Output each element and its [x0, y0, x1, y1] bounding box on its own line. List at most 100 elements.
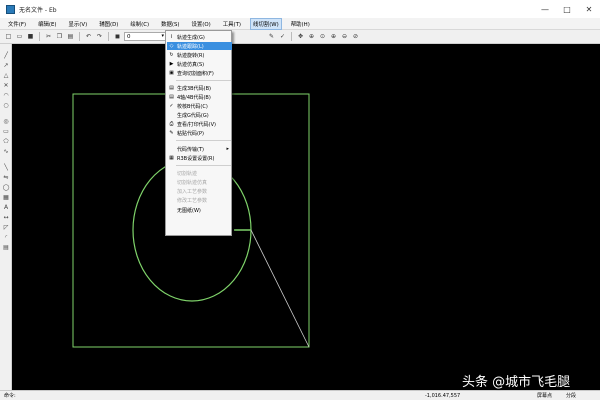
menu-item-track-simulate[interactable]: ▶ 轨迹仿真(S)	[167, 60, 232, 68]
status-segment[interactable]: 分段	[566, 392, 576, 399]
layer-select[interactable]: 0 ▾	[124, 32, 166, 41]
menu-item-gen-3b[interactable]: ▤ 生成3B代码(B)	[167, 84, 232, 92]
area-icon: ▣	[169, 70, 174, 76]
new-file-icon[interactable]: □	[4, 32, 13, 41]
drawing-geometry	[72, 93, 310, 348]
status-snap-mode[interactable]: 屏幕点	[537, 392, 552, 399]
minimize-button[interactable]: —	[534, 0, 556, 18]
code-icon: ▤	[169, 85, 174, 91]
menu-edit[interactable]: 编辑(E)	[36, 19, 58, 29]
menu-item-query-area[interactable]: ▣ 查询切割面积(F)	[167, 69, 232, 77]
mirror-tool-icon[interactable]: ⇋	[2, 174, 10, 181]
check-icon[interactable]: ✓	[278, 32, 287, 41]
hatch-tool-icon[interactable]: ▤	[2, 244, 10, 251]
menu-view[interactable]: 显示(V)	[67, 19, 90, 29]
code-icon	[168, 112, 175, 118]
menu-bar: 文件(F) 编辑(E) 显示(V) 辅图(D) 绘制(C) 数据(S) 设置(O…	[0, 17, 600, 30]
trim-tool-icon[interactable]: ╲	[2, 164, 10, 171]
menu-separator	[176, 80, 231, 81]
maximize-button[interactable]: □	[556, 0, 578, 18]
zoom-in-icon[interactable]: ⊕	[329, 32, 338, 41]
track-icon: ⌇	[170, 34, 173, 40]
redo-icon[interactable]: ↷	[95, 32, 104, 41]
rotate-icon: ↻	[169, 52, 174, 58]
menu-item-code-transfer[interactable]: 代码传输(T) ▸	[167, 145, 232, 153]
menu-item-view-print[interactable]: ⎙ 查看/打印代码(V)	[167, 120, 232, 128]
circle-tool-icon[interactable]: ○	[2, 102, 10, 109]
settings-icon: ▦	[169, 155, 174, 161]
copy-icon[interactable]: ❐	[55, 32, 64, 41]
toolbar-separator	[39, 32, 40, 41]
line-tool-icon[interactable]: ╱	[2, 52, 10, 59]
menu-help[interactable]: 帮助(H)	[289, 19, 312, 29]
status-coordinates: -1,016.47,557	[425, 392, 461, 399]
spline-tool-icon[interactable]: ∿	[2, 148, 10, 155]
blank-icon	[168, 146, 175, 152]
menu-item-gen-g[interactable]: 生成G代码(G)	[167, 111, 232, 119]
toolbar-separator	[79, 32, 80, 41]
zoom-previous-icon[interactable]: ⊘	[351, 32, 360, 41]
arc-tool-icon[interactable]: ◠	[2, 92, 10, 99]
open-file-icon[interactable]: ▭	[15, 32, 24, 41]
text-tool-icon[interactable]: A	[2, 204, 10, 211]
app-icon	[6, 4, 15, 14]
cross-tool-icon[interactable]: ✕	[2, 82, 10, 89]
zoom-all-icon[interactable]: ⊕	[307, 32, 316, 41]
zoom-window-icon[interactable]: ⊙	[318, 32, 327, 41]
follow-icon: ◇	[169, 43, 174, 49]
dimension-tool-icon[interactable]: ↔	[2, 214, 10, 221]
status-command: 命令:	[4, 393, 16, 399]
blank-icon	[168, 188, 175, 194]
menu-item-add-params: 加入工艺参数	[167, 187, 232, 195]
layer-icon[interactable]: ◼	[113, 32, 122, 41]
toolbar-separator	[108, 32, 109, 41]
undo-icon[interactable]: ↶	[84, 32, 93, 41]
triangle-tool-icon[interactable]: △	[2, 72, 10, 79]
chevron-down-icon: ▾	[161, 33, 164, 39]
close-button[interactable]: ✕	[578, 0, 600, 18]
menu-item-no-drawing[interactable]: 无图纸(W)	[167, 206, 232, 214]
menu-data[interactable]: 数据(S)	[159, 19, 181, 29]
drawing-canvas[interactable]	[12, 44, 600, 390]
menu-separator	[176, 140, 231, 141]
blank-icon	[168, 170, 175, 176]
polyline-tool-icon[interactable]: ↗	[2, 62, 10, 69]
menu-item-track-rotate[interactable]: ↻ 轨迹旋转(R)	[167, 51, 232, 59]
rect-tool-icon[interactable]: ▭	[2, 128, 10, 135]
zoom-out-icon[interactable]: ⊖	[340, 32, 349, 41]
menu-draw[interactable]: 绘制(C)	[128, 19, 151, 29]
paste-icon[interactable]: ▤	[66, 32, 75, 41]
menu-item-paste-code[interactable]: ✎ 粘贴代码(P)	[167, 129, 232, 137]
menu-item-track-follow[interactable]: ◇ 轨迹跟踪(L)	[167, 42, 232, 50]
check-icon: ✓	[169, 103, 174, 109]
pan-icon[interactable]: ✥	[296, 32, 305, 41]
menu-draw-aid[interactable]: 辅图(D)	[97, 19, 120, 29]
menu-settings[interactable]: 设置(O)	[190, 19, 213, 29]
menu-file[interactable]: 文件(F)	[6, 19, 28, 29]
simulate-icon: ▶	[169, 61, 174, 67]
blank-icon	[168, 207, 175, 213]
array-tool-icon[interactable]: ▦	[2, 194, 10, 201]
save-icon[interactable]: ■	[26, 32, 35, 41]
ellipse-tool-icon[interactable]: ◎	[2, 118, 10, 125]
offset-tool-icon[interactable]: ◯	[2, 184, 10, 191]
polygon-tool-icon[interactable]: ⬠	[2, 138, 10, 145]
pencil-icon[interactable]: ✎	[267, 32, 276, 41]
menu-wire-cut[interactable]: 线切割(W)	[250, 17, 282, 30]
menu-item-track-gen[interactable]: ⌇ 轨迹生成(G)	[167, 33, 232, 41]
code-icon: ▤	[169, 94, 174, 100]
toolbar: □ ▭ ■ ✂ ❐ ▤ ↶ ↷ ◼ 0 ▾ ▣ ⋯ ✎ ✓ ✥ ⊕ ⊙ ⊕ ⊖ …	[0, 30, 600, 44]
chevron-right-icon: ▸	[226, 146, 229, 152]
wire-cut-dropdown: ⌇ 轨迹生成(G) ◇ 轨迹跟踪(L) ↻ 轨迹旋转(R) ▶ 轨迹仿真(S) …	[165, 30, 232, 236]
menu-item-r3b-settings[interactable]: ▦ R3B设置设置(R)	[167, 154, 232, 162]
status-bar: 命令: -1,016.47,557 屏幕点 分段	[0, 390, 600, 400]
watermark: 头条 @城市飞毛腿	[462, 375, 571, 390]
fillet-tool-icon[interactable]: ◜	[2, 234, 10, 241]
cut-icon[interactable]: ✂	[44, 32, 53, 41]
menu-tools[interactable]: 工具(T)	[221, 19, 243, 29]
window-controls: — □ ✕	[534, 0, 600, 18]
menu-item-check-b[interactable]: ✓ 校核B代码(C)	[167, 102, 232, 110]
menu-item-gen-4b[interactable]: ▤ 4轴/4B代码(B)	[167, 93, 232, 101]
menu-item-cut-track: 切割轨迹	[167, 169, 232, 177]
chamfer-tool-icon[interactable]: ◸	[2, 224, 10, 231]
